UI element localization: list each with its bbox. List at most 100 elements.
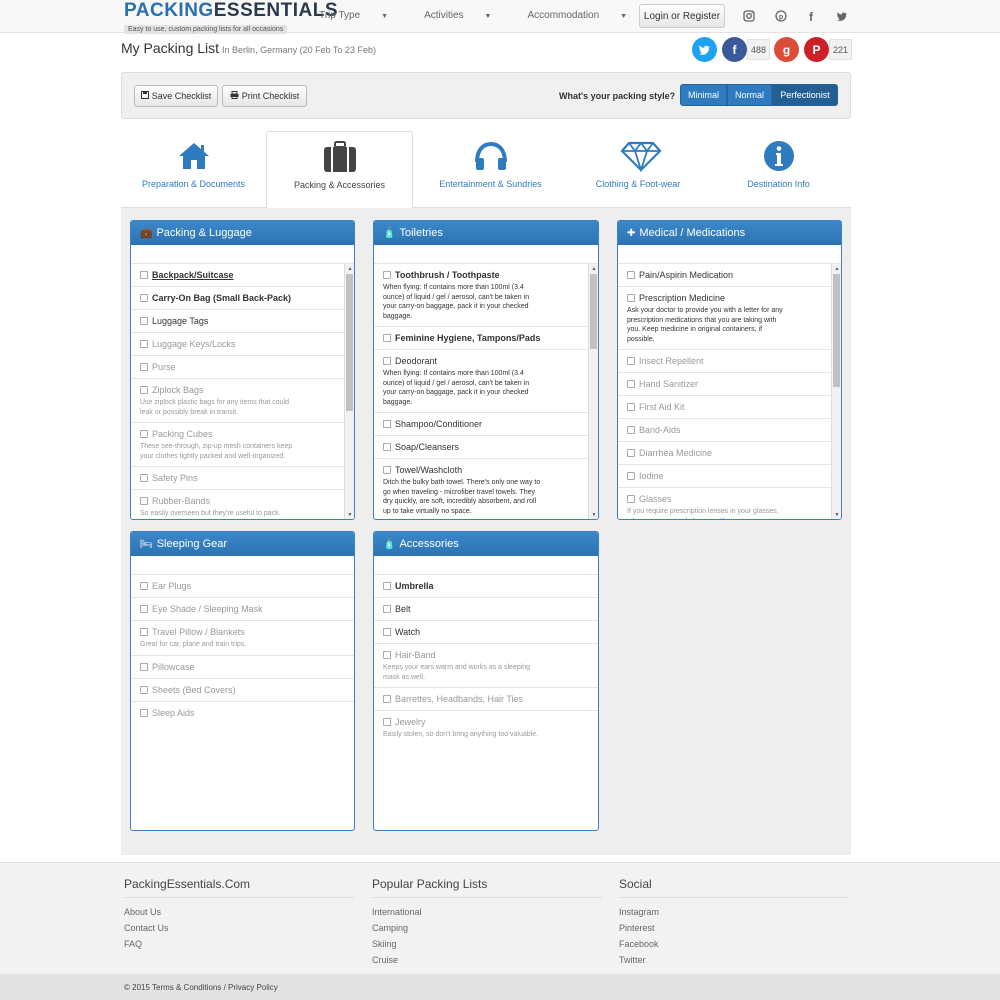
pinterest-share-icon[interactable]: P <box>804 37 829 62</box>
checkbox[interactable] <box>140 605 148 613</box>
nav-accommodation[interactable]: Accommodation ▼ <box>527 10 645 21</box>
scroll-down-icon[interactable]: ▼ <box>832 510 841 519</box>
instagram-icon[interactable] <box>742 9 756 23</box>
scroll-thumb[interactable] <box>833 274 840 387</box>
scrollbar[interactable]: ▲ ▼ <box>831 264 841 519</box>
checkbox[interactable] <box>627 472 635 480</box>
style-minimal-button[interactable]: Minimal <box>680 84 727 106</box>
twitter-icon[interactable] <box>835 9 849 23</box>
checkbox[interactable] <box>140 628 148 636</box>
checkbox[interactable] <box>383 443 391 451</box>
checkbox[interactable] <box>140 386 148 394</box>
list-item[interactable]: Hand Sanitizer <box>618 373 841 396</box>
checkbox[interactable] <box>140 497 148 505</box>
scrollbar[interactable]: ▲ ▼ <box>588 264 598 519</box>
list-item[interactable]: Purse <box>131 356 354 379</box>
checkbox[interactable] <box>140 582 148 590</box>
footer-link-about[interactable]: About Us <box>124 904 354 920</box>
list-item[interactable]: First Aid Kit <box>618 396 841 419</box>
list-item[interactable]: Soap/Cleansers <box>374 436 598 459</box>
list-item[interactable]: Ear Plugs <box>131 575 354 598</box>
footer-link-facebook[interactable]: Facebook <box>619 936 849 952</box>
footer-link-twitter[interactable]: Twitter <box>619 952 849 968</box>
checkbox[interactable] <box>627 403 635 411</box>
list-item[interactable]: Iodine <box>618 465 841 488</box>
save-checklist-button[interactable]: Save Checklist <box>134 85 218 107</box>
scroll-up-icon[interactable]: ▲ <box>589 264 598 273</box>
checkbox[interactable] <box>140 294 148 302</box>
checkbox[interactable] <box>140 363 148 371</box>
list-item[interactable]: Luggage Tags <box>131 310 354 333</box>
checkbox[interactable] <box>383 357 391 365</box>
list-item[interactable]: Belt <box>374 598 598 621</box>
login-register-button[interactable]: Login or Register <box>639 4 725 28</box>
scroll-down-icon[interactable]: ▼ <box>345 510 354 519</box>
footer-link-skiing[interactable]: Skiing <box>372 936 602 952</box>
checkbox[interactable] <box>627 495 635 503</box>
list-item[interactable]: Jewelry Easily stolen, so don't bring any… <box>374 711 598 745</box>
list-item[interactable]: Packing Cubes These see-through, zip-up m… <box>131 423 354 467</box>
list-item[interactable]: Umbrella <box>374 575 598 598</box>
scrollbar[interactable]: ▲ ▼ <box>344 264 354 519</box>
checkbox[interactable] <box>383 651 391 659</box>
style-normal-button[interactable]: Normal <box>727 84 772 106</box>
checklist[interactable]: Toothbrush / Toothpaste When flying: If c… <box>374 264 598 519</box>
checkbox[interactable] <box>627 271 635 279</box>
checkbox[interactable] <box>383 466 391 474</box>
checkbox[interactable] <box>627 449 635 457</box>
list-item[interactable]: Prescription Medicine Ask your doctor to … <box>618 287 841 350</box>
checkbox[interactable] <box>383 271 391 279</box>
list-item[interactable]: Insect Repellent <box>618 350 841 373</box>
google-plus-share-icon[interactable]: g <box>774 37 799 62</box>
nav-trip-type[interactable]: Trip Type ▼ <box>319 10 406 21</box>
checkbox[interactable] <box>140 340 148 348</box>
checkbox[interactable] <box>383 628 391 636</box>
tab-clothing-footwear[interactable]: Clothing & Foot-wear <box>563 131 713 208</box>
checkbox[interactable] <box>627 426 635 434</box>
checkbox[interactable] <box>140 708 148 717</box>
list-item[interactable]: Carry-On Bag (Small Back-Pack) <box>131 287 354 310</box>
tab-preparation-documents[interactable]: Preparation & Documents <box>121 131 266 208</box>
list-item[interactable]: Travel Pillow / Blankets Great for car, p… <box>131 621 354 656</box>
list-item[interactable]: Pillowcase <box>131 656 354 679</box>
list-item[interactable]: Backpack/Suitcase <box>131 264 354 287</box>
list-item[interactable]: Barrettes, Headbands, Hair Ties <box>374 688 598 711</box>
checkbox[interactable] <box>140 271 148 279</box>
footer-link-pinterest[interactable]: Pinterest <box>619 920 849 936</box>
logo[interactable]: PACKINGESSENTIALS Easy to use, custom pa… <box>124 1 338 34</box>
pinterest-icon[interactable]: p <box>774 9 788 23</box>
list-item[interactable]: Safety Pins <box>131 467 354 490</box>
checkbox[interactable] <box>140 430 148 438</box>
checkbox[interactable] <box>383 605 391 613</box>
print-checklist-button[interactable]: Print Checklist <box>222 85 307 107</box>
list-item[interactable]: Band-Aids <box>618 419 841 442</box>
footer-link-contact[interactable]: Contact Us <box>124 920 354 936</box>
tab-packing-accessories[interactable]: Packing & Accessories <box>266 131 413 208</box>
checkbox[interactable] <box>140 685 148 694</box>
checklist[interactable]: Ear Plugs Eye Shade / Sleeping Mask Trav… <box>131 575 354 830</box>
scroll-thumb[interactable] <box>346 274 353 411</box>
checkbox[interactable] <box>627 357 635 365</box>
checkbox[interactable] <box>383 718 391 726</box>
list-item[interactable]: Pain/Aspirin Medication <box>618 264 841 287</box>
list-item[interactable]: Diarrhea Medicine <box>618 442 841 465</box>
checkbox[interactable] <box>383 695 391 703</box>
checkbox[interactable] <box>627 294 635 302</box>
list-item[interactable]: Feminine Hygiene, Tampons/Pads <box>374 327 598 350</box>
checkbox[interactable] <box>140 317 148 325</box>
checklist[interactable]: Pain/Aspirin Medication Prescription Med… <box>618 264 841 519</box>
facebook-share-icon[interactable]: f <box>722 37 747 62</box>
scroll-thumb[interactable] <box>590 274 597 349</box>
footer-link-faq[interactable]: FAQ <box>124 936 354 952</box>
list-item[interactable]: Sheets (Bed Covers) <box>131 679 354 702</box>
list-item[interactable]: Towel/Washcloth Ditch the bulky bath towe… <box>374 459 598 519</box>
list-item[interactable]: Hair-Band Keeps your ears warm and works … <box>374 644 598 688</box>
scroll-up-icon[interactable]: ▲ <box>832 264 841 273</box>
copyright-text[interactable]: © 2015 Terms & Conditions / Privacy Poli… <box>124 983 278 992</box>
list-item[interactable]: Watch <box>374 621 598 644</box>
checkbox[interactable] <box>383 420 391 428</box>
list-item[interactable]: Luggage Keys/Locks <box>131 333 354 356</box>
footer-link-camping[interactable]: Camping <box>372 920 602 936</box>
list-item[interactable]: Ziplock Bags Use ziplock plastic bags for… <box>131 379 354 423</box>
checklist[interactable]: Umbrella Belt Watch Hair-Band Keeps your … <box>374 575 598 830</box>
